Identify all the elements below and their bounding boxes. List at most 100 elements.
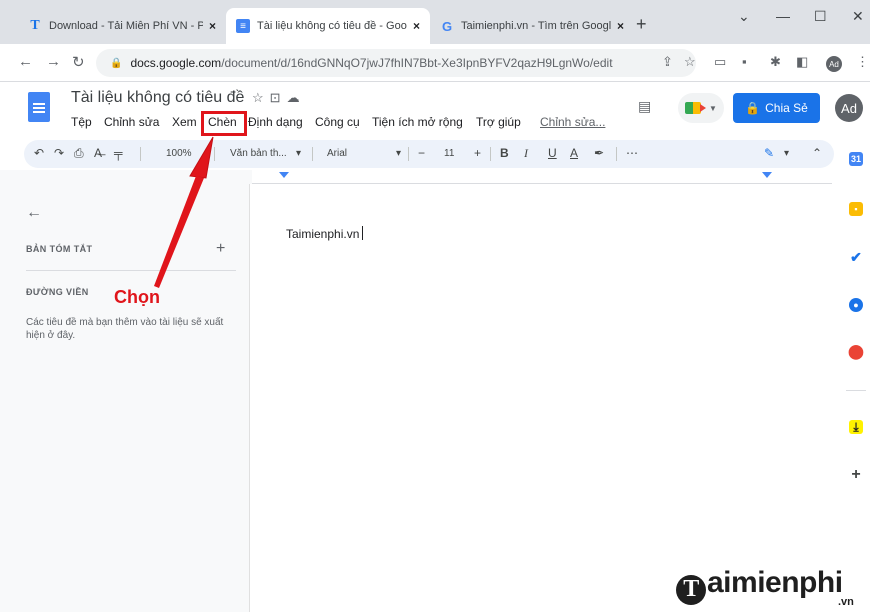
menu-item-file[interactable]: Tệp [71,115,92,129]
tab-close-icon[interactable]: × [209,19,216,33]
text-color-button[interactable]: A [570,146,578,160]
tab-close-icon[interactable]: × [617,19,624,33]
tab-close-icon[interactable]: × [413,19,420,33]
minimize-button[interactable]: — [776,8,790,24]
spellcheck-icon[interactable]: A̶ [94,146,102,160]
menu-item-extensions[interactable]: Tiện ích mở rộng [372,115,463,129]
menu-item-help[interactable]: Trợ giúp [476,115,521,129]
formatting-toolbar: ↶ ↷ ⎙ A̶ ╤ 100% Văn bản th... ▾ Arial ▾ … [24,140,834,168]
side-panel-icon[interactable]: ◧ [796,54,808,70]
profile-avatar[interactable]: Ad [826,56,842,72]
undo-icon[interactable]: ↶ [34,146,44,160]
close-outline-arrow-icon[interactable]: ← [26,204,42,222]
maximize-button[interactable]: ☐ [814,8,827,25]
chevron-down-icon[interactable]: ▾ [396,148,401,159]
taimienphi-watermark: Taimienphi [676,566,843,605]
italic-button[interactable]: I [524,146,528,161]
url-input[interactable]: 🔒 docs.google.com/document/d/16ndGNNqO7j… [96,49,696,77]
title-actions: ☆⊡☁ [252,90,306,106]
chevron-down-icon[interactable]: ▾ [296,148,301,159]
keep-icon[interactable]: ▪ [849,202,863,216]
toolbar-divider [408,147,409,161]
account-avatar[interactable]: Ad [835,94,863,122]
toolbar-divider [214,147,215,161]
toolbar-divider [616,147,617,161]
paint-format-icon[interactable]: ╤ [114,146,123,160]
divider [26,270,236,271]
editing-mode-pencil-icon[interactable]: ✎ [764,146,774,160]
text-cursor [362,226,364,240]
lock-icon: 🔒 [745,101,761,115]
right-indent-marker[interactable] [762,172,772,178]
highlight-pen-icon[interactable]: ✒ [594,146,604,160]
divider [846,390,866,391]
star-icon[interactable]: ☆ [252,90,270,105]
calendar-icon[interactable]: 31 [849,152,863,166]
highlight-box-insert [201,111,247,136]
browser-tab-strip: T Download - Tải Miễn Phí VN - Pl × ≡ Tà… [0,0,870,44]
tab-search-chevron-icon[interactable]: ⌄ [738,8,750,25]
summary-heading: BẢN TÓM TẮT [26,244,93,254]
docs-favicon-icon: ≡ [236,19,250,33]
lock-icon: 🔒 [110,57,123,69]
paragraph-style-select[interactable]: Văn bản th... [230,148,287,159]
contacts-icon[interactable]: ● [849,298,863,312]
extension-icon[interactable]: ▪ [742,54,747,69]
browser-menu-icon[interactable]: ⋮ [856,54,869,70]
share-page-icon[interactable]: ⇪ [662,54,673,70]
zoom-select[interactable]: 100% [166,148,192,159]
bold-button[interactable]: B [500,146,509,160]
extension-icon[interactable]: ▭ [714,54,726,70]
outline-heading: ĐƯỜNG VIỀN [26,287,89,297]
document-page[interactable] [251,185,833,612]
chevron-down-icon[interactable]: ▾ [784,148,789,159]
download-addon-icon[interactable]: ⤓ [849,420,863,434]
chevron-down-icon: ▼ [709,103,717,113]
document-title[interactable]: Tài liệu không có tiêu đề [71,89,244,107]
collapse-menus-chevron-icon[interactable]: ⌃ [812,146,822,160]
maps-pin-icon[interactable]: ⬤ [848,343,864,359]
tab-title: Taimienphi.vn - Tìm trên Google [461,20,611,32]
extensions-puzzle-icon[interactable]: ✱ [770,54,781,70]
watermark-suffix: .vn [838,596,854,608]
new-tab-button[interactable]: + [636,14,647,35]
decrease-font-size-button[interactable]: − [418,146,425,160]
underline-button[interactable]: U [548,146,557,160]
close-window-button[interactable]: ✕ [852,8,864,25]
address-bar-row: ← → ↻ 🔒 docs.google.com/document/d/16ndG… [0,44,870,82]
tab-title: Tài liệu không có tiêu đề - Googl [257,20,407,32]
document-body[interactable]: Taimienphi.vn [286,226,364,241]
toolbar-divider [312,147,313,161]
increase-font-size-button[interactable]: + [474,146,481,160]
outline-hint-text: Các tiêu đề mà bạn thêm vào tài liệu sẽ … [26,317,224,341]
back-arrow-icon[interactable]: ← [18,53,33,70]
taimienphi-favicon-icon: T [30,18,40,33]
menu-item-tools[interactable]: Công cụ [315,115,360,129]
print-icon[interactable]: ⎙ [74,146,84,161]
tasks-icon[interactable]: ✔ [849,249,863,265]
tab-title: Download - Tải Miễn Phí VN - Pl [49,20,203,32]
tab-google-docs[interactable]: ≡ Tài liệu không có tiêu đề - Googl × [226,8,430,44]
google-docs-logo-icon[interactable] [28,92,50,122]
font-size-input[interactable]: 11 [444,148,454,159]
tab-google-search[interactable]: G Taimienphi.vn - Tìm trên Google × [430,8,634,44]
move-folder-icon[interactable]: ⊡ [270,90,287,105]
reload-icon[interactable]: ↻ [72,53,85,71]
get-addons-button[interactable]: + [849,466,863,483]
tab-download[interactable]: T Download - Tải Miễn Phí VN - Pl × [18,8,226,44]
menu-item-format[interactable]: Định dạng [248,115,303,129]
more-options-icon[interactable]: ⋯ [626,146,638,160]
bookmark-star-icon[interactable]: ☆ [684,54,696,70]
meet-button[interactable]: ▼ [678,93,724,123]
left-indent-marker[interactable] [279,172,289,178]
add-summary-button[interactable]: + [216,240,225,258]
font-select[interactable]: Arial [327,148,347,159]
share-button[interactable]: 🔒 Chia Sẻ [733,93,820,123]
menu-item-edit[interactable]: Chỉnh sửa [104,115,159,129]
redo-icon[interactable]: ↷ [54,146,64,160]
comment-history-icon[interactable]: ▤ [638,98,651,115]
last-edit-link[interactable]: Chỉnh sửa... [540,115,605,129]
menu-item-view[interactable]: Xem [172,115,197,129]
cloud-status-icon[interactable]: ☁ [287,90,306,105]
forward-arrow-icon[interactable]: → [46,53,61,70]
